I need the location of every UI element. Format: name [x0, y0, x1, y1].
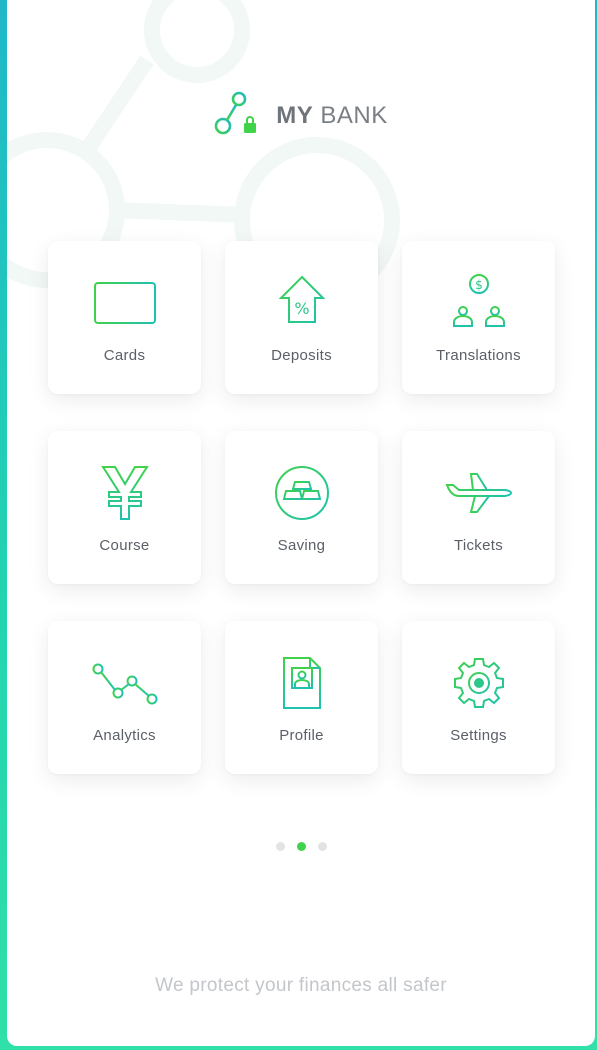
brand-logo: MY BANK [7, 90, 595, 141]
tile-cards[interactable]: Cards [48, 241, 201, 394]
house-percent-icon: % [267, 271, 337, 335]
tile-label: Settings [450, 727, 507, 744]
tile-course[interactable]: Course [48, 431, 201, 584]
gear-icon [444, 651, 514, 715]
menu-grid: Cards % Deposits $ Translations Course S… [48, 241, 555, 774]
page-dot-3[interactable] [317, 842, 327, 851]
tile-tickets[interactable]: Tickets [402, 431, 555, 584]
tile-label: Translations [436, 347, 521, 364]
line-chart-icon [90, 651, 160, 715]
svg-text:%: % [294, 299, 309, 318]
tile-settings[interactable]: Settings [402, 621, 555, 774]
page-dot-2-active[interactable] [296, 842, 306, 851]
yen-icon [90, 461, 160, 525]
tile-profile[interactable]: Profile [225, 621, 378, 774]
tile-label: Analytics [93, 727, 156, 744]
tile-label: Cards [103, 347, 146, 364]
profile-document-icon [267, 651, 337, 715]
tile-label: Profile [279, 727, 324, 744]
airplane-icon [444, 461, 514, 525]
tile-label: Course [99, 537, 150, 554]
bank-logo-icon [214, 90, 262, 141]
money-transfer-icon: $ [444, 271, 514, 335]
tile-saving[interactable]: Saving [225, 431, 378, 584]
credit-card-icon [90, 271, 160, 335]
footer-tagline: We protect your finances all safer [155, 975, 447, 996]
page-dot-1[interactable] [275, 842, 285, 851]
tile-label: Tickets [453, 537, 504, 554]
tile-label: Deposits [271, 347, 332, 364]
tile-label: Saving [277, 537, 326, 554]
gold-bars-icon [267, 461, 337, 525]
tile-deposits[interactable]: % Deposits [225, 241, 378, 394]
tile-translations[interactable]: $ Translations [402, 241, 555, 394]
page-indicator [7, 842, 595, 851]
brand-name: MY BANK [276, 101, 388, 129]
tile-analytics[interactable]: Analytics [48, 621, 201, 774]
svg-text:$: $ [475, 278, 483, 292]
app-screen: MY BANK Cards % Deposits $ Translations … [7, 0, 595, 1046]
